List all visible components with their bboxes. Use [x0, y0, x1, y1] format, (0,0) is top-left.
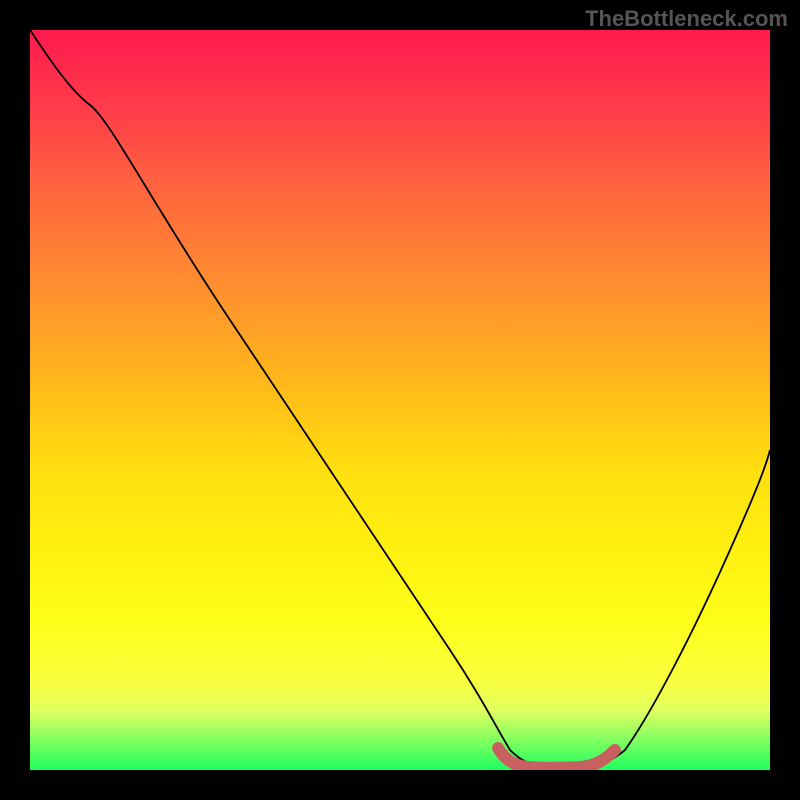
chart-plot-area: [30, 30, 770, 770]
chart-svg: [30, 30, 770, 770]
watermark-text: TheBottleneck.com: [585, 6, 788, 32]
bottleneck-curve-line: [30, 30, 770, 767]
minimum-highlight: [498, 748, 615, 768]
